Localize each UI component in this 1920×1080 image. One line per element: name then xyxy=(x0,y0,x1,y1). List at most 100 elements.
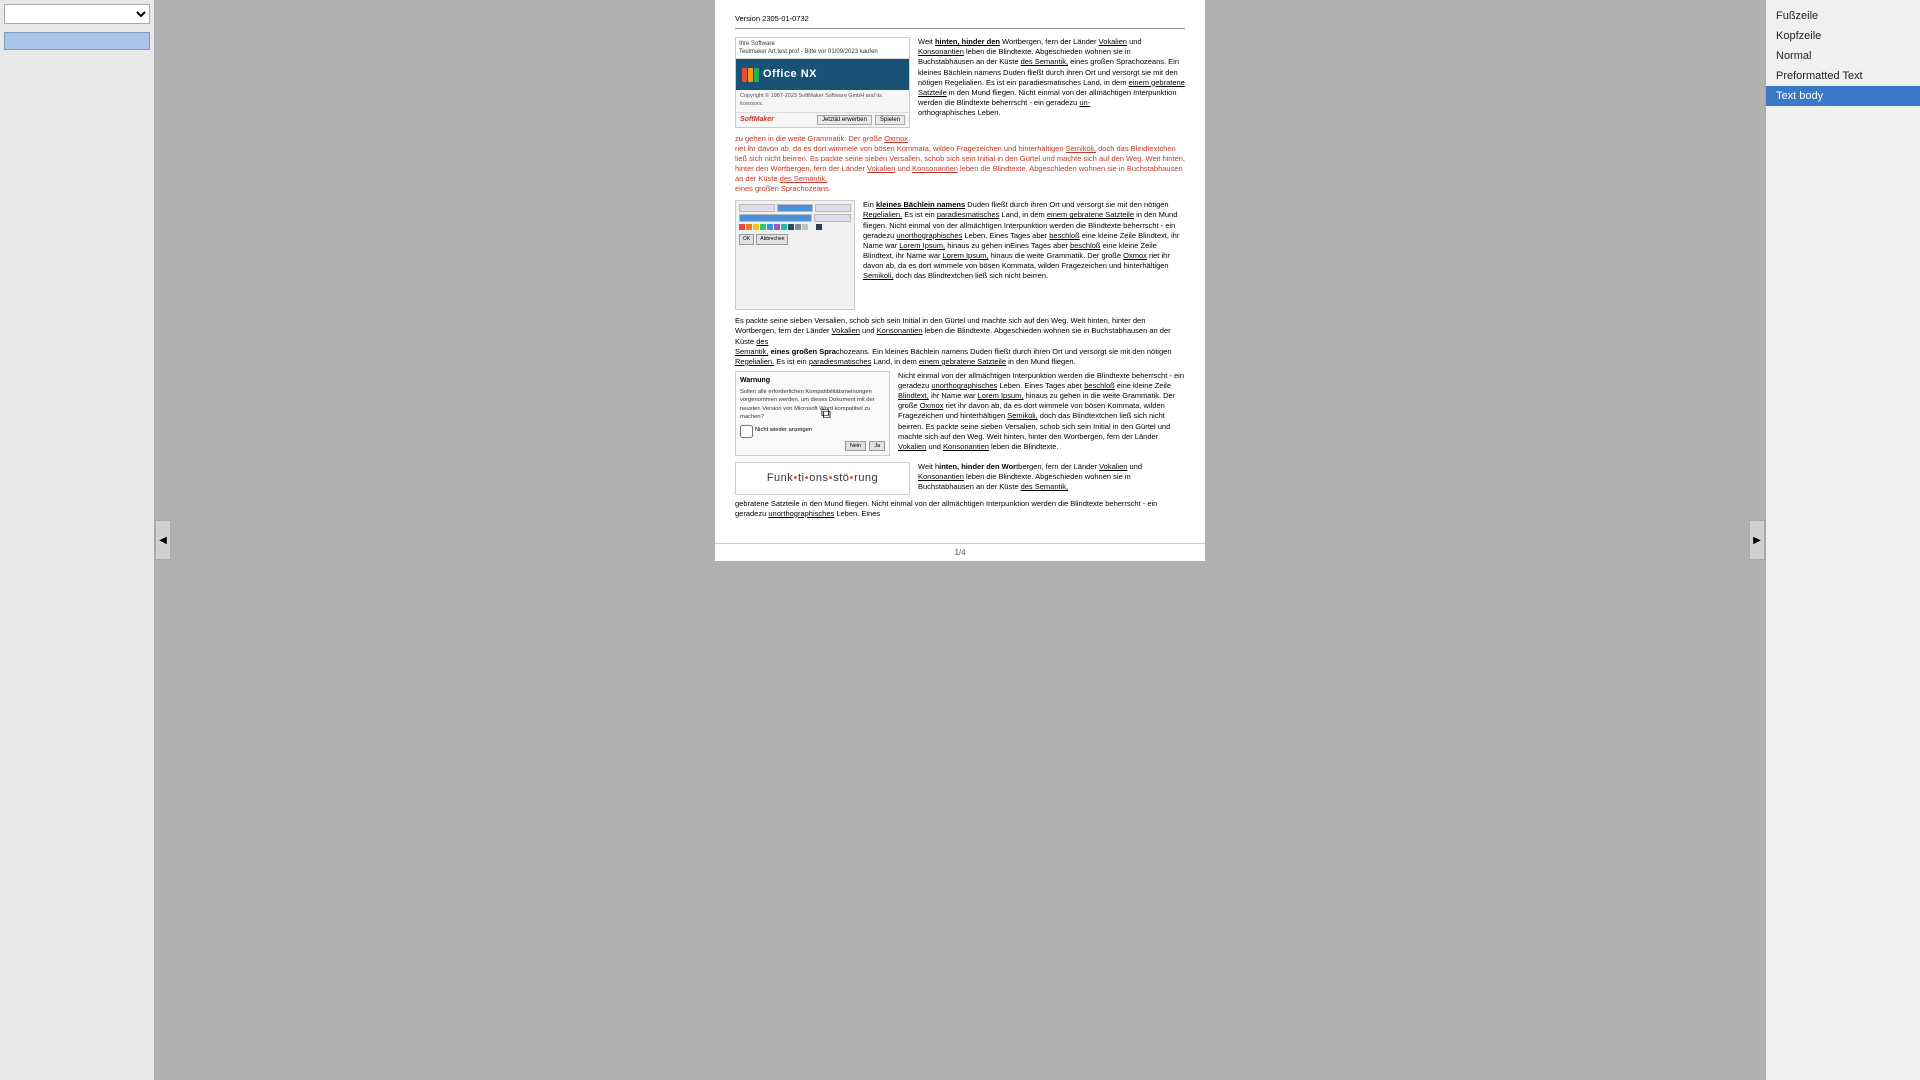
text-vokalien-3: Vokalien xyxy=(832,326,860,335)
text-hinten: hinten, hinder den xyxy=(935,37,1000,46)
section-image-2: OK Abbrechen xyxy=(735,200,855,310)
document-page: Version 2305-01-0732 Ihre Software Testm… xyxy=(715,0,1205,543)
left-sidebar-blue-bar xyxy=(4,32,150,50)
text-paradies: paradiesmatisches xyxy=(937,210,1000,219)
text-konsonantien-red: Konsonantien xyxy=(912,164,958,173)
left-sidebar-select[interactable] xyxy=(4,4,150,24)
color-white xyxy=(809,224,815,230)
img2-content: OK Abbrechen xyxy=(736,201,854,248)
img2-btn-1[interactable]: OK xyxy=(739,234,754,245)
intro-text-block: Weit hinten, hinder den Wortbergen, fern… xyxy=(918,37,1185,127)
version-line: Version 2305-01-0732 xyxy=(735,14,1185,29)
text-semantik-5: des Semantik, xyxy=(1021,482,1069,491)
img2-btn-2[interactable]: Abbrechen xyxy=(756,234,788,245)
text-konsonantien-3: Konsonantien xyxy=(877,326,923,335)
warning-btn-ok[interactable]: Ja xyxy=(869,441,885,451)
sidebar-item-preformatted[interactable]: Preformatted Text xyxy=(1766,66,1920,86)
text-satzteile-2: einem gebratene Satzteile xyxy=(1047,210,1134,219)
sidebar-item-fusszeile[interactable]: Fußzeile xyxy=(1766,6,1920,26)
text-konsonantien-4: Konsonantien xyxy=(943,442,989,451)
page-number: 1/4 xyxy=(954,548,965,557)
img2-palette xyxy=(739,224,851,230)
text-oxmox-red: Oxmox xyxy=(884,134,908,143)
text-beschloss: beschloß xyxy=(1049,231,1079,240)
sidebar-item-kopfzeile[interactable]: Kopfzeile xyxy=(1766,26,1920,46)
warning-title: Warnung xyxy=(740,376,885,385)
text-unortho-2: unorthographisches xyxy=(896,231,962,240)
color-purple xyxy=(774,224,780,230)
section-warning: Warnung Sollen alle erforderlichen Kompa… xyxy=(735,371,1185,456)
scroll-left-arrow[interactable]: ◀ xyxy=(155,520,171,560)
funk-dot-4: ● xyxy=(849,474,854,481)
para-3: Es packte seine sieben Versalien, schob … xyxy=(735,316,1185,367)
text-vokalien-red: Vokalien xyxy=(867,164,895,173)
color-blue xyxy=(767,224,773,230)
img-brand-bar: Office NX xyxy=(736,59,909,90)
text-unortho-4: unorthographisches xyxy=(931,381,997,390)
img-buttons: Jetzt&t erwerben Spielen xyxy=(817,115,905,125)
text-beschloss-4: beschloß xyxy=(1084,381,1114,390)
stripe-green xyxy=(754,68,759,82)
img-title: Ihre Software xyxy=(739,40,906,48)
red-paragraph: zu gehen in die weite Grammatik. Der gro… xyxy=(735,134,1185,195)
second-text-block: Ein kleines Bächlein namens Duden fließt… xyxy=(863,200,1185,310)
document-page-wrapper: Version 2305-01-0732 Ihre Software Testm… xyxy=(715,0,1205,561)
warning-text: Sollen alle erforderlichen Kompatibilitä… xyxy=(740,388,885,420)
color-gray xyxy=(795,224,801,230)
text-regelialien-3: Regelialien. xyxy=(735,357,774,366)
fifth-text-block: Weit hinten, hinder den Wortbergen, fern… xyxy=(918,462,1185,495)
brand-name: Office NX xyxy=(763,67,817,82)
img2-cell-1 xyxy=(739,204,775,212)
text-vokalien-4: Vokalien xyxy=(898,442,926,451)
funk-dot-2: ● xyxy=(805,474,810,481)
img-top-bar: Ihre Software Testmaker Art.test.prof - … xyxy=(736,38,909,59)
img-btn-buy[interactable]: Jetzt&t erwerben xyxy=(817,115,872,125)
stripe-red xyxy=(742,68,747,82)
sidebar-item-textbody[interactable]: Text body xyxy=(1766,86,1920,106)
page-footer: 1/4 xyxy=(715,543,1205,561)
img2-row-2 xyxy=(739,214,851,222)
text-bold-gross: eines großen Spra xyxy=(770,347,835,356)
text-semikoli-4: Semikoli, xyxy=(1007,411,1037,420)
img-subtitle: Testmaker Art.test.prof - Bitte vor 01/0… xyxy=(739,48,906,56)
color-teal xyxy=(781,224,787,230)
warning-buttons: Nein Ja xyxy=(740,441,885,451)
funk-dot-1: ● xyxy=(793,474,798,481)
img2-cell-3 xyxy=(815,204,851,212)
warning-box: Warnung Sollen alle erforderlichen Kompa… xyxy=(735,371,890,456)
warning-checkbox-input[interactable] xyxy=(740,425,753,438)
warning-checkbox-row: Nicht wieder anzeigen xyxy=(740,425,885,438)
img-bottom-bar: SoftMaker Jetzt&t erwerben Spielen xyxy=(736,112,909,127)
color-yellow xyxy=(753,224,759,230)
text-vokalien-5: Vokalien xyxy=(1099,462,1127,471)
doc-content: Ihre Software Testmaker Art.test.prof - … xyxy=(735,37,1185,519)
scroll-right-arrow[interactable]: ▶ xyxy=(1749,520,1765,560)
color-red xyxy=(739,224,745,230)
softmaker-footer: SoftMaker xyxy=(740,115,774,124)
section-funk: Funk●ti●ons●stö●rung Weit hinten, hinder… xyxy=(735,462,1185,495)
warning-btn-cancel[interactable]: Nein xyxy=(845,441,866,451)
img2-bottom: OK Abbrechen xyxy=(739,234,851,245)
text-blindtext-4: Blindtext, xyxy=(898,391,929,400)
color-orange xyxy=(746,224,752,230)
color-dark xyxy=(788,224,794,230)
funk-text: Funk●ti●ons●stö●rung xyxy=(767,471,878,486)
text-semikoli-red: Semikoli, xyxy=(1066,144,1096,153)
text-satzteile-3: einem gebratene Satzteile xyxy=(919,357,1006,366)
text-lorem-4: Lorem Ipsum, xyxy=(978,391,1024,400)
img-copyright: Copyright © 1987-2023 SoftMaker Software… xyxy=(736,90,909,111)
text-beschloss-2: beschloß xyxy=(1070,241,1100,250)
brand-text: Office NX xyxy=(763,67,817,82)
text-bold-inten: inten, hinder den Wor xyxy=(939,462,1016,471)
brand-stripes xyxy=(742,68,759,82)
sidebar-item-normal[interactable]: Normal xyxy=(1766,46,1920,66)
text-semantik-red: des Semantik, xyxy=(780,174,828,183)
funk-image: Funk●ti●ons●stö●rung xyxy=(735,462,910,495)
img-btn-play[interactable]: Spielen xyxy=(875,115,905,125)
text-lorem-2: Lorem Ipsum, xyxy=(899,241,945,250)
section-image-1: Ihre Software Testmaker Art.test.prof - … xyxy=(735,37,910,127)
funk-dot-3: ● xyxy=(829,474,834,481)
img2-cell-2 xyxy=(777,204,813,212)
fourth-text-block: Nicht einmal von der allmächtigen Interp… xyxy=(898,371,1185,456)
text-unortho-f: unorthographisches xyxy=(768,509,834,518)
